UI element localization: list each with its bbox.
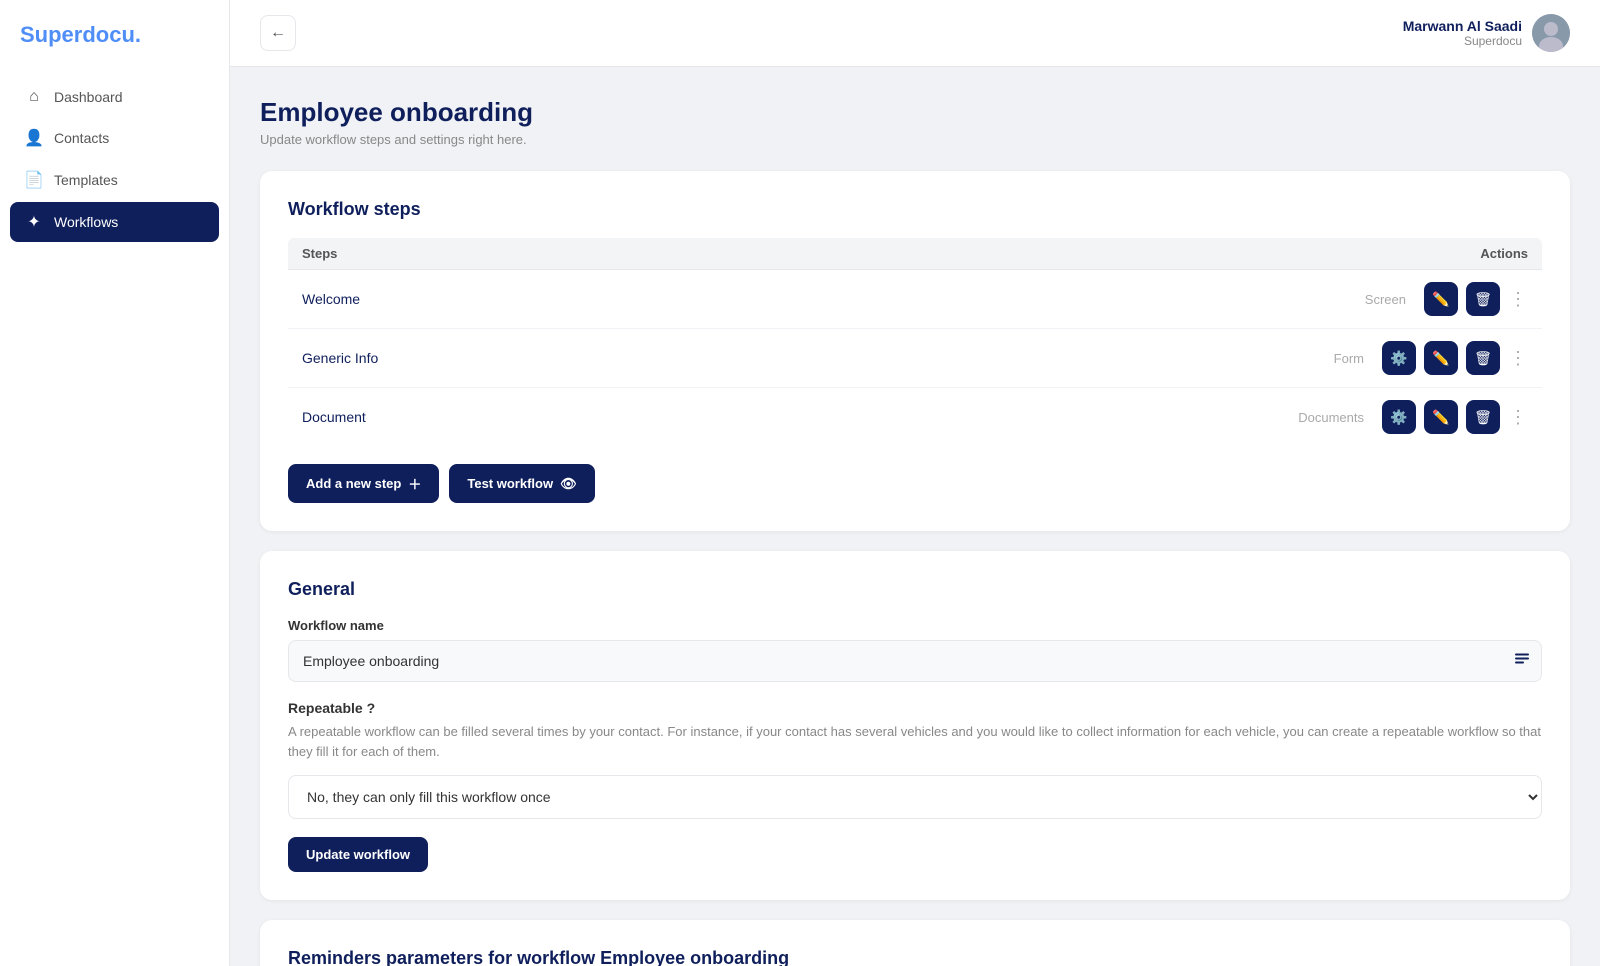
top-bar: ← Marwann Al Saadi Superdocu: [230, 0, 1600, 67]
add-step-label: Add a new step: [306, 476, 401, 491]
settings-button[interactable]: ⚙️: [1382, 400, 1416, 434]
row-actions: Documents ⚙️ ✏️ 🗑 ⋮: [1298, 400, 1528, 434]
add-step-button[interactable]: Add a new step ＋: [288, 464, 439, 503]
repeatable-label: Repeatable ?: [288, 700, 1542, 716]
sidebar-item-dashboard[interactable]: ⌂ Dashboard: [10, 78, 219, 116]
edit-button[interactable]: ✏️: [1424, 282, 1458, 316]
update-workflow-button[interactable]: Update workflow: [288, 837, 428, 872]
user-name: Marwann Al Saadi: [1403, 18, 1522, 34]
user-info: Marwann Al Saadi Superdocu: [1403, 14, 1570, 52]
avatar: [1532, 14, 1570, 52]
logo-dot: .: [135, 22, 141, 47]
table-header: Steps Actions: [288, 238, 1542, 270]
workflows-icon: ✦: [24, 212, 44, 232]
user-company: Superdocu: [1403, 34, 1522, 48]
repeatable-select[interactable]: No, they can only fill this workflow onc…: [288, 775, 1542, 819]
header-steps: Steps: [302, 246, 337, 261]
general-card: General Workflow name Repeatable ?: [260, 551, 1570, 900]
more-button[interactable]: ⋮: [1508, 282, 1528, 316]
more-button[interactable]: ⋮: [1508, 341, 1528, 375]
page-title: Employee onboarding: [260, 97, 1570, 128]
reminders-title: Reminders parameters for workflow Employ…: [288, 948, 1542, 966]
edit-button[interactable]: ✏️: [1424, 341, 1458, 375]
workflow-steps-card: Workflow steps Steps Actions Welcome Scr…: [260, 171, 1570, 531]
delete-button[interactable]: 🗑: [1466, 282, 1500, 316]
step-name: Welcome: [302, 291, 360, 307]
step-type: Screen: [1365, 292, 1406, 307]
workflow-name-input-row: [288, 640, 1542, 682]
workflow-name-label: Workflow name: [288, 618, 1542, 633]
page-subtitle: Update workflow steps and settings right…: [260, 132, 1570, 147]
settings-button[interactable]: ⚙️: [1382, 341, 1416, 375]
steps-table: Steps Actions Welcome Screen ✏️ 🗑 ⋮ Gene…: [288, 238, 1542, 446]
table-row: Document Documents ⚙️ ✏️ 🗑 ⋮: [288, 388, 1542, 446]
workflow-steps-title: Workflow steps: [288, 199, 1542, 220]
home-icon: ⌂: [24, 88, 44, 106]
more-button[interactable]: ⋮: [1508, 400, 1528, 434]
step-name: Generic Info: [302, 350, 378, 366]
edit-button[interactable]: ✏️: [1424, 400, 1458, 434]
sidebar-item-label: Dashboard: [54, 89, 123, 105]
sidebar-item-label: Workflows: [54, 214, 118, 230]
steps-btn-row: Add a new step ＋ Test workflow 👁: [288, 464, 1542, 503]
sidebar-item-label: Contacts: [54, 130, 109, 146]
step-type: Form: [1334, 351, 1364, 366]
sidebar-item-label: Templates: [54, 172, 118, 188]
row-actions: Screen ✏️ 🗑 ⋮: [1365, 282, 1528, 316]
sidebar: Superdocu. ⌂ Dashboard 👤 Contacts 📄 Temp…: [0, 0, 230, 966]
contacts-icon: 👤: [24, 128, 44, 148]
eye-icon: 👁: [560, 476, 577, 492]
test-workflow-label: Test workflow: [467, 476, 553, 491]
main-content: ← Marwann Al Saadi Superdocu Employee on…: [230, 0, 1600, 966]
workflow-name-input[interactable]: [288, 640, 1542, 682]
step-type: Documents: [1298, 410, 1364, 425]
row-actions: Form ⚙️ ✏️ 🗑 ⋮: [1334, 341, 1528, 375]
user-text: Marwann Al Saadi Superdocu: [1403, 18, 1522, 48]
table-row: Welcome Screen ✏️ 🗑 ⋮: [288, 270, 1542, 329]
delete-button[interactable]: 🗑: [1466, 400, 1500, 434]
logo-text: Superdocu: [20, 22, 135, 47]
sidebar-item-workflows[interactable]: ✦ Workflows: [10, 202, 219, 242]
sidebar-nav: ⌂ Dashboard 👤 Contacts 📄 Templates ✦ Wor…: [0, 78, 229, 242]
sidebar-item-contacts[interactable]: 👤 Contacts: [10, 118, 219, 158]
input-icon: [1514, 651, 1530, 672]
page-content: Employee onboarding Update workflow step…: [230, 67, 1600, 966]
repeatable-group: Repeatable ? A repeatable workflow can b…: [288, 700, 1542, 819]
app-logo: Superdocu.: [0, 0, 229, 78]
general-title: General: [288, 579, 1542, 600]
back-button[interactable]: ←: [260, 15, 296, 51]
repeatable-desc: A repeatable workflow can be filled seve…: [288, 722, 1542, 761]
templates-icon: 📄: [24, 170, 44, 190]
test-workflow-button[interactable]: Test workflow 👁: [449, 464, 594, 503]
reminders-card: Reminders parameters for workflow Employ…: [260, 920, 1570, 966]
update-workflow-label: Update workflow: [306, 847, 410, 862]
add-icon: ＋: [408, 474, 421, 493]
step-name: Document: [302, 409, 366, 425]
sidebar-item-templates[interactable]: 📄 Templates: [10, 160, 219, 200]
delete-button[interactable]: 🗑: [1466, 341, 1500, 375]
workflow-name-group: Workflow name: [288, 618, 1542, 682]
header-actions: Actions: [1480, 246, 1528, 261]
table-row: Generic Info Form ⚙️ ✏️ 🗑 ⋮: [288, 329, 1542, 388]
